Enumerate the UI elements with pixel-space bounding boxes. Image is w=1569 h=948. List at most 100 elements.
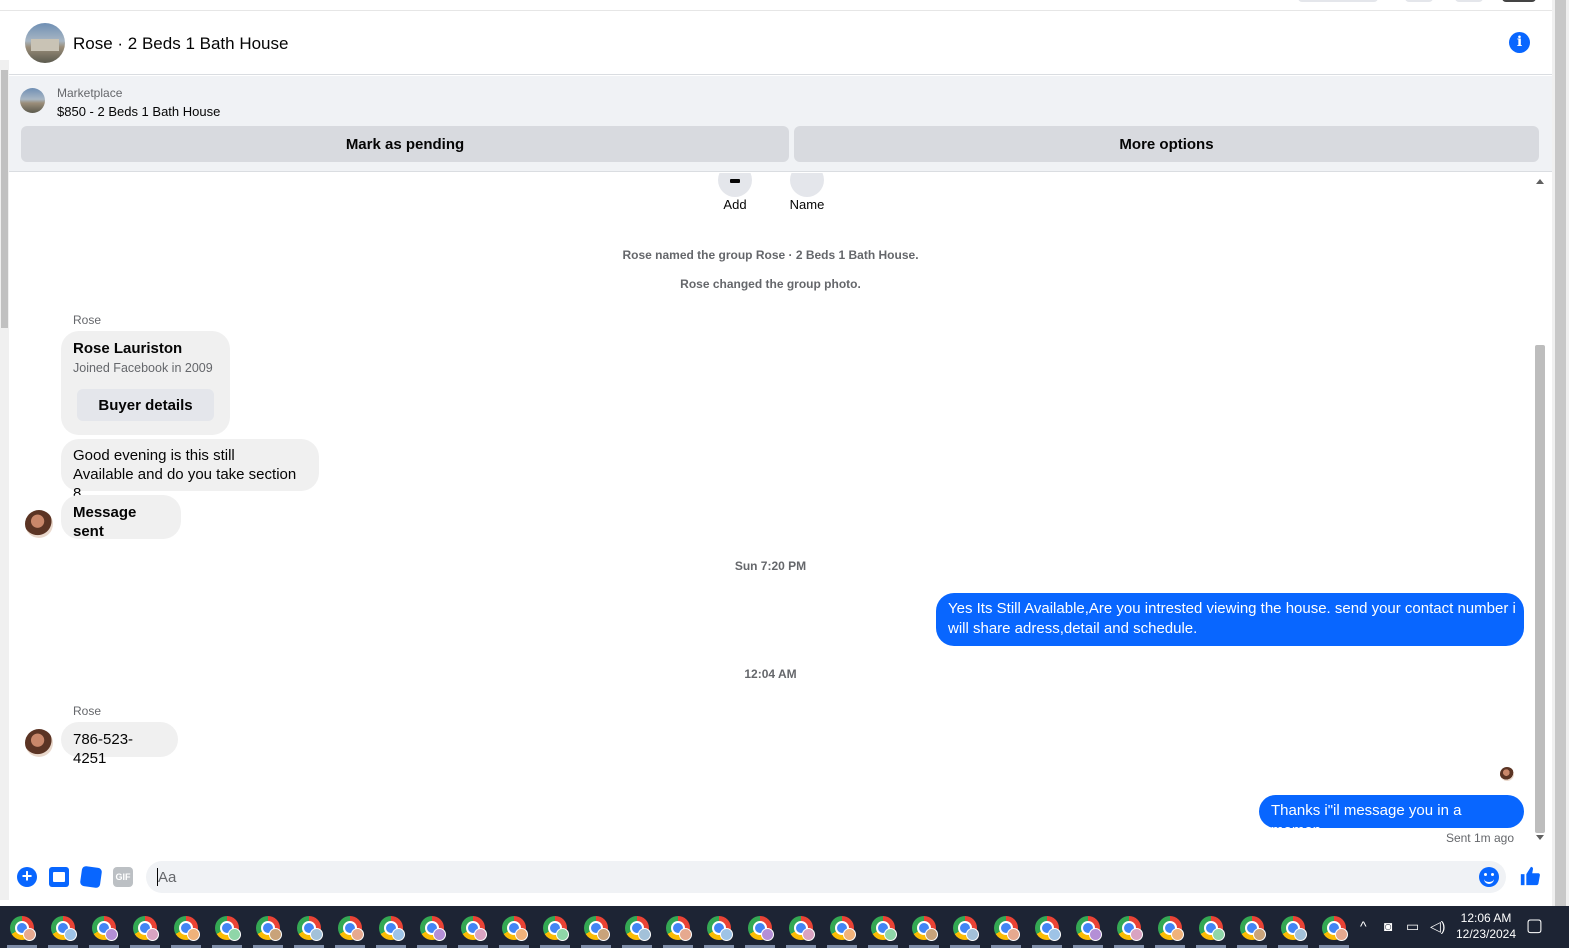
add-people-action[interactable]: Add xyxy=(705,173,765,212)
incoming-message[interactable]: Good evening is this still Available and… xyxy=(61,439,319,502)
chrome-profile-icon[interactable] xyxy=(51,916,77,941)
nav-pill[interactable] xyxy=(1502,0,1536,2)
chrome-profile-icon[interactable] xyxy=(912,916,938,941)
chrome-profile-icon[interactable] xyxy=(379,916,405,941)
thumbs-up-icon[interactable] xyxy=(1519,865,1541,887)
chrome-profile-icon[interactable] xyxy=(666,916,692,941)
profile-badge-icon xyxy=(105,928,118,941)
chrome-profile-icon[interactable] xyxy=(1281,916,1307,941)
volume-icon[interactable]: ◁) xyxy=(1430,918,1445,935)
chrome-profile-icon[interactable] xyxy=(830,916,856,941)
system-clock[interactable]: 12:06 AM 12/23/2024 xyxy=(1450,910,1522,942)
profile-badge-icon xyxy=(228,928,241,941)
emoji-icon[interactable] xyxy=(1479,867,1499,887)
chrome-profile-icon[interactable] xyxy=(461,916,487,941)
gif-icon[interactable]: GIF xyxy=(113,867,133,887)
more-options-button[interactable]: More options xyxy=(794,126,1539,162)
group-avatar[interactable] xyxy=(25,23,65,63)
nav-pill[interactable] xyxy=(1455,0,1483,2)
chrome-profile-icon[interactable] xyxy=(10,916,36,941)
chrome-profile-icon[interactable] xyxy=(789,916,815,941)
sender-avatar[interactable] xyxy=(25,729,53,757)
profile-badge-icon xyxy=(966,928,979,941)
chrome-profile-icon[interactable] xyxy=(1117,916,1143,941)
profile-badge-icon xyxy=(515,928,528,941)
sticker-icon[interactable] xyxy=(79,865,103,889)
meet-icon[interactable]: ◙ xyxy=(1384,918,1392,934)
photo-icon[interactable] xyxy=(49,867,69,887)
incoming-message[interactable]: 786-523-4251 xyxy=(61,722,178,767)
buyer-name[interactable]: Rose Lauriston xyxy=(73,340,182,357)
listing-thumbnail[interactable] xyxy=(20,88,45,113)
chrome-profile-icon[interactable] xyxy=(584,916,610,941)
sender-name: Rose xyxy=(73,313,102,327)
profile-badge-icon xyxy=(392,928,405,941)
profile-badge-icon xyxy=(187,928,200,941)
profile-badge-icon xyxy=(1294,928,1307,941)
page-scrollbar-left[interactable] xyxy=(0,60,9,900)
message-list: Add Name Rose named the group Rose · 2 B… xyxy=(9,173,1532,857)
profile-badge-icon xyxy=(351,928,364,941)
chrome-profile-icon[interactable] xyxy=(1076,916,1102,941)
chrome-profile-icon[interactable] xyxy=(174,916,200,941)
message-text: Message sent xyxy=(73,504,137,540)
scroll-thumb[interactable] xyxy=(1,70,8,328)
profile-badge-icon xyxy=(1007,928,1020,941)
chrome-profile-icon[interactable] xyxy=(543,916,569,941)
chrome-profile-icon[interactable] xyxy=(256,916,282,941)
profile-badge-icon xyxy=(720,928,733,941)
chrome-profile-icon[interactable] xyxy=(748,916,774,941)
sender-name: Rose xyxy=(73,704,102,718)
profile-badge-icon xyxy=(64,928,77,941)
chrome-profile-icon[interactable] xyxy=(502,916,528,941)
profile-badge-icon xyxy=(1212,928,1225,941)
conversation-title[interactable]: Rose · 2 Beds 1 Bath House xyxy=(73,34,288,54)
add-people-icon xyxy=(718,173,752,197)
outgoing-message[interactable]: Yes Its Still Available,Are you intreste… xyxy=(936,593,1524,646)
chrome-profile-icon[interactable] xyxy=(625,916,651,941)
profile-badge-icon xyxy=(843,928,856,941)
chrome-profile-icon[interactable] xyxy=(1199,916,1225,941)
plus-icon[interactable]: + xyxy=(17,867,37,887)
chevron-up-icon[interactable]: ^ xyxy=(1360,918,1367,934)
chrome-profile-icon[interactable] xyxy=(338,916,364,941)
profile-badge-icon xyxy=(884,928,897,941)
incoming-message[interactable]: Message sent xyxy=(61,495,181,540)
scroll-down-arrow[interactable] xyxy=(1536,835,1544,840)
profile-badge-icon xyxy=(1130,928,1143,941)
conversation-scrollbar[interactable] xyxy=(1532,173,1549,847)
chrome-profile-icon[interactable] xyxy=(1322,916,1348,941)
scroll-thumb[interactable] xyxy=(1555,0,1566,906)
chrome-profile-icon[interactable] xyxy=(994,916,1020,941)
chrome-profile-icon[interactable] xyxy=(133,916,159,941)
chrome-profile-icon[interactable] xyxy=(420,916,446,941)
message-input[interactable]: Aa xyxy=(146,861,1506,893)
chrome-profile-icon[interactable] xyxy=(1158,916,1184,941)
chrome-profile-icon[interactable] xyxy=(1035,916,1061,941)
profile-badge-icon xyxy=(1253,928,1266,941)
buyer-details-button[interactable]: Buyer details xyxy=(77,389,214,421)
page-scrollbar-right[interactable] xyxy=(1552,0,1569,906)
scroll-thumb[interactable] xyxy=(1535,345,1545,833)
chrome-profile-icon[interactable] xyxy=(92,916,118,941)
chrome-profile-icon[interactable] xyxy=(707,916,733,941)
chrome-profile-icon[interactable] xyxy=(1240,916,1266,941)
outgoing-message[interactable]: Thanks i"il message you in a momen xyxy=(1259,795,1524,839)
nav-pill[interactable] xyxy=(1298,0,1378,2)
name-group-action[interactable]: Name xyxy=(777,173,837,212)
scroll-up-arrow[interactable] xyxy=(1536,179,1544,184)
buyer-profile-card: Rose Lauriston Joined Facebook in 2009 B… xyxy=(61,331,230,435)
nav-pill[interactable] xyxy=(1405,0,1433,2)
chrome-profile-icon[interactable] xyxy=(871,916,897,941)
mark-as-pending-button[interactable]: Mark as pending xyxy=(21,126,789,162)
listing-title[interactable]: $850 - 2 Beds 1 Bath House xyxy=(57,104,220,119)
pencil-icon xyxy=(790,173,824,197)
notification-icon[interactable]: ▢ xyxy=(1526,915,1543,936)
network-icon[interactable]: ▭ xyxy=(1406,918,1419,935)
sender-avatar[interactable] xyxy=(25,510,53,538)
info-icon[interactable]: i xyxy=(1509,32,1530,53)
sent-status: Sent 1m ago xyxy=(1445,831,1514,845)
chrome-profile-icon[interactable] xyxy=(297,916,323,941)
chrome-profile-icon[interactable] xyxy=(953,916,979,941)
chrome-profile-icon[interactable] xyxy=(215,916,241,941)
